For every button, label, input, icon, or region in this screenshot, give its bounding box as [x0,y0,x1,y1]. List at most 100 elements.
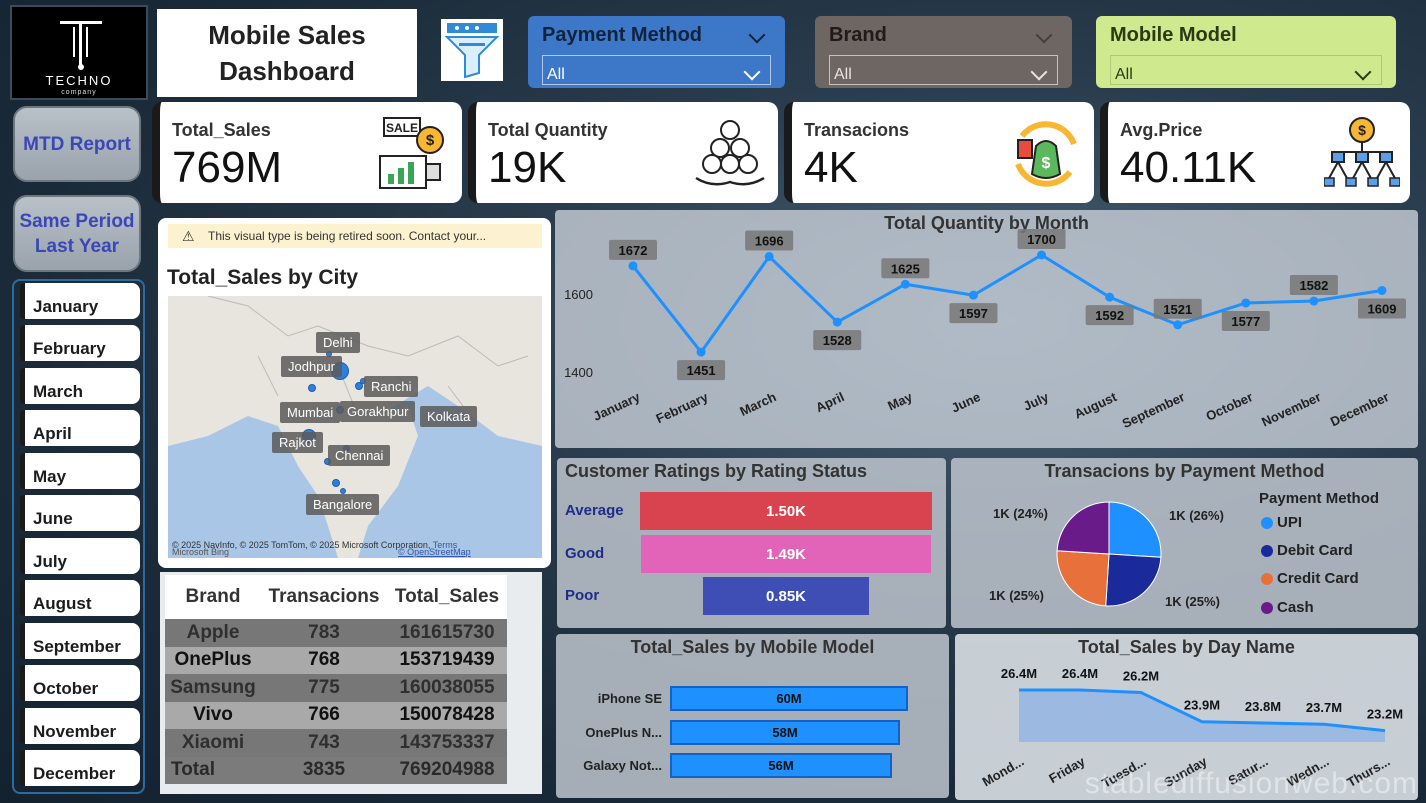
cell-total-transactions: 3835 [261,756,387,784]
month-data-point [1241,298,1251,308]
table-row[interactable]: OnePlus 768 153719439 [165,646,507,674]
city-label-rajkot: Rajkot [272,432,323,453]
legend-label: Cash [1277,599,1314,616]
rating-bar[interactable]: 1.50K [640,492,932,530]
brand-slicer-value: All [834,66,852,83]
chart-title: Customer Ratings by Rating Status [565,461,868,481]
col-header-transactions[interactable]: Transacions [261,575,387,619]
cell-brand: Xiaomi [165,729,261,757]
svg-text:$: $ [1042,155,1051,172]
pie-slice [1105,553,1162,607]
cell-sales: 153719439 [387,646,507,674]
title-line-2: Dashboard [219,56,355,86]
cell-transactions: 775 [261,674,387,702]
day-data-label: 23.8M [1245,699,1281,714]
city-dot[interactable] [308,384,316,392]
cell-sales: 160038055 [387,674,507,702]
model-bar[interactable]: 56M [670,753,893,778]
month-data-point [968,290,978,300]
legend-label: UPI [1277,514,1303,531]
y-tick-label: 1400 [564,365,593,380]
transactions-by-payment-chart: Transacions by Payment Method 1K (26%) 1K… [951,458,1418,628]
pie-data-label: 1K (25%) [989,588,1044,603]
month-april[interactable]: April [20,410,140,446]
table-row[interactable]: Apple 783 161615730 [165,619,507,647]
month-september[interactable]: September [20,623,140,659]
legend-item[interactable]: Credit Card [1261,570,1359,587]
month-data-point [764,252,774,262]
month-august[interactable]: August [20,580,140,616]
city-label-mumbai: Mumbai [280,402,341,423]
model-slicer-label: Mobile Model [1110,24,1237,46]
chevron-down-icon[interactable] [1035,26,1053,43]
x-tick-label: February [654,389,711,426]
rating-category-label: Average [565,502,624,519]
brand-table-card: Brand Transacions Total_Sales Apple 783 16… [160,572,542,794]
month-july[interactable]: July [20,538,140,574]
osm-link[interactable]: © OpenStreetMap [398,547,471,557]
svg-text:$: $ [1358,122,1366,138]
city-label-gorakhpur: Gorakhpur [340,401,416,422]
month-june[interactable]: June [20,495,140,531]
month-march[interactable]: March [20,368,140,404]
cell-brand: Samsung [165,674,261,702]
rating-bar[interactable]: 0.85K [703,577,869,615]
payment-method-slicer[interactable]: Payment Method All [528,16,785,88]
cell-brand: OnePlus [165,646,261,674]
month-data-label: 1696 [755,234,784,249]
legend-item[interactable]: UPI [1261,514,1302,531]
mtd-report-button[interactable]: MTD Report [13,106,141,182]
model-bar[interactable]: 60M [670,686,908,711]
dashboard-title: Mobile Sales Dashboard [157,9,417,97]
cell-brand: Apple [165,619,261,647]
kpi-avg-price: Avg.Price 40.11K $ [1100,102,1410,203]
month-data-label: 1592 [1095,308,1124,323]
model-bar[interactable]: 58M [670,720,901,745]
col-header-brand[interactable]: Brand [165,575,261,619]
legend-swatch [1261,516,1273,529]
filter-funnel-button[interactable] [441,19,503,81]
chevron-down-icon[interactable] [748,26,766,43]
month-january[interactable]: January [20,283,140,319]
rating-bar[interactable]: 1.49K [640,535,932,573]
day-data-label: 26.4M [1062,666,1098,681]
month-line-chart-svg: 1400 1600 1672 January 1451 February 1696 March… [564,229,1406,431]
kpi-total-sales: Total_Sales 769M SALE $ [152,102,462,203]
month-data-point [1377,285,1387,295]
x-tick-label: July [1021,389,1052,414]
mobile-model-slicer[interactable]: Mobile Model All [1096,16,1396,88]
legend-item[interactable]: Cash [1261,599,1314,616]
brand-slicer-dropdown[interactable]: All [829,55,1058,85]
month-december[interactable]: December [20,750,140,786]
cell-transactions: 768 [261,646,387,674]
month-may[interactable]: May [20,453,140,489]
table-row[interactable]: Samsung 775 160038055 [165,674,507,702]
map-canvas[interactable]: Delhi Jodhpur Ranchi Mumbai Gorakhpur Ko… [168,296,542,558]
payment-slicer-value: All [547,66,565,83]
y-tick-label: 1600 [564,287,593,302]
pie-data-label: 1K (25%) [1165,594,1220,609]
table-row[interactable]: Vivo 766 150078428 [165,701,507,729]
payment-slicer-dropdown[interactable]: All [542,55,771,85]
x-tick-label: October [1204,389,1256,424]
table-row[interactable]: Xiaomi 743 143753337 [165,729,507,757]
x-tick-label: June [949,389,983,415]
month-november[interactable]: November [20,708,140,744]
month-february[interactable]: February [20,325,140,361]
title-line-1: Mobile Sales [208,20,366,50]
month-data-point [1105,292,1115,302]
pie-slice [1108,501,1162,558]
model-category-label: Galaxy Not... [583,758,662,773]
month-october[interactable]: October [20,665,140,701]
brand-slicer[interactable]: Brand All [815,16,1072,88]
same-period-last-year-button[interactable]: Same Period Last Year [13,195,141,272]
chevron-down-icon [1354,63,1372,81]
cell-transactions: 766 [261,701,387,729]
model-slicer-dropdown[interactable]: All [1110,55,1382,85]
city-dot[interactable] [332,479,340,487]
legend-title: Payment Method [1259,490,1380,507]
col-header-total-sales[interactable]: Total_Sales [387,575,507,619]
coins-hand-icon [695,120,765,186]
legend-item[interactable]: Debit Card [1261,542,1353,559]
x-tick-label: December [1328,389,1391,429]
